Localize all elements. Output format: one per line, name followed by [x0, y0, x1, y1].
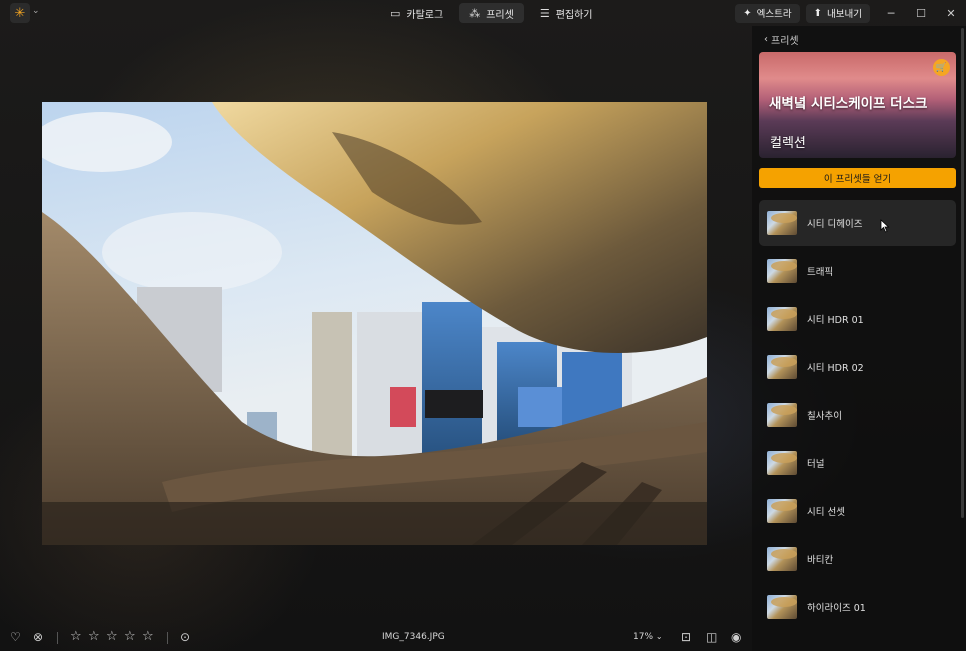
chevron-left-icon: ‹ [764, 34, 768, 45]
preset-item-vatican[interactable]: 바티칸 [759, 536, 956, 582]
zoom-dropdown[interactable]: 17% ⌄ [633, 632, 663, 642]
extra-label: 엑스트라 [756, 9, 792, 20]
preset-thumbnail [767, 595, 797, 619]
divider [57, 632, 58, 644]
cart-icon[interactable]: 🛒 [933, 59, 950, 76]
star-icon[interactable]: ☆ [88, 629, 100, 644]
preset-thumbnail [767, 355, 797, 379]
zoom-value: 17% [633, 632, 654, 642]
bottom-bar: ♡ ⊗ ☆ ☆ ☆ ☆ ☆ ⊙ IMG_7346.JPG 17% ⌄ ⊡ ◫ ◉ [0, 626, 966, 651]
sliders-icon: ☰ [539, 6, 550, 20]
file-name: IMG_7346.JPG [382, 632, 445, 642]
minimize-icon[interactable]: ─ [876, 7, 906, 20]
preset-thumbnail [767, 403, 797, 427]
star-icon[interactable]: ☆ [124, 629, 136, 644]
tab-label: 편집하기 [555, 9, 593, 21]
tab-label: 카탈로그 [406, 9, 444, 21]
preset-thumbnail [767, 259, 797, 283]
photo-illustration [42, 102, 707, 545]
compare-split-icon[interactable]: ◫ [706, 630, 717, 644]
preset-thumbnail [767, 307, 797, 331]
collection-subtitle: 컬렉션 [770, 136, 806, 151]
window-tools: ✦ 엑스트라 ⬆ 내보내기 ─ ☐ ✕ [735, 3, 966, 23]
sparkle-wand-icon: ⁂ [469, 6, 481, 20]
top-bar: ✳ ⌄ ▭ 카탈로그 ⁂ 프리셋 ☰ 편집하기 ✦ 엑스트라 ⬆ 내보내기 ─ … [0, 0, 966, 26]
mode-tabs: ▭ 카탈로그 ⁂ 프리셋 ☰ 편집하기 [380, 3, 603, 23]
star-icon[interactable]: ☆ [142, 629, 154, 644]
crop-view-icon[interactable]: ⊡ [681, 630, 691, 644]
back-to-presets-link[interactable]: ‹ 프리셋 [764, 32, 799, 47]
export-label: 내보내기 [827, 9, 862, 20]
preset-item-tsim-sha-tsui[interactable]: 칠사추이 [759, 392, 956, 438]
back-label: 프리셋 [771, 36, 799, 47]
preset-thumbnail [767, 547, 797, 571]
chevron-down-icon: ⌄ [655, 632, 663, 641]
preset-item-city-hdr-01[interactable]: 시티 HDR 01 [759, 296, 956, 342]
heart-icon[interactable]: ♡ [10, 630, 21, 644]
tab-presets[interactable]: ⁂ 프리셋 [459, 3, 524, 23]
preset-label: 시티 디헤이즈 [807, 219, 863, 230]
preset-label: 바티칸 [807, 555, 834, 566]
divider [167, 632, 168, 644]
preset-label: 터널 [807, 459, 825, 470]
preset-list: 시티 디헤이즈 트래픽 시티 HDR 01 시티 HDR 02 칠사추이 터널 … [759, 200, 956, 632]
preset-panel: ‹ 프리셋 🛒 새벽녘 시티스케이프 더스크 컬렉션 이 프리셋들 얻기 시티 … [752, 26, 966, 651]
panel-scrollbar[interactable] [961, 28, 964, 518]
get-presets-button[interactable]: 이 프리셋들 얻기 [759, 168, 956, 188]
preset-label: 시티 선셋 [807, 507, 845, 518]
sun-logo-icon[interactable]: ✳ [10, 3, 30, 23]
preset-thumbnail [767, 211, 797, 235]
preset-item-city-sunset[interactable]: 시티 선셋 [759, 488, 956, 534]
preset-label: 하이라이즈 01 [807, 603, 866, 614]
preset-label: 시티 HDR 02 [807, 363, 864, 374]
preset-label: 시티 HDR 01 [807, 315, 864, 326]
preset-item-tunnel[interactable]: 터널 [759, 440, 956, 486]
reject-circle-icon[interactable]: ⊗ [33, 630, 43, 644]
star-icon[interactable]: ☆ [106, 629, 118, 644]
preset-item-traffic[interactable]: 트래픽 [759, 248, 956, 294]
mouse-cursor-icon [880, 219, 890, 233]
chevron-down-icon[interactable]: ⌄ [32, 6, 40, 16]
tab-edit[interactable]: ☰ 편집하기 [530, 3, 603, 23]
eye-icon[interactable]: ◉ [731, 630, 741, 644]
extra-button[interactable]: ✦ 엑스트라 [735, 3, 800, 23]
preset-thumbnail [767, 499, 797, 523]
export-button[interactable]: ⬆ 내보내기 [805, 3, 870, 23]
preset-label: 칠사추이 [807, 411, 842, 422]
star-icon[interactable]: ☆ [70, 629, 82, 644]
close-icon[interactable]: ✕ [936, 7, 966, 20]
preset-thumbnail [767, 451, 797, 475]
preset-item-city-dehaze[interactable]: 시티 디헤이즈 [759, 200, 956, 246]
preset-item-highrise-01[interactable]: 하이라이즈 01 [759, 584, 956, 630]
folder-icon: ▭ [390, 6, 401, 20]
sparkle-icon: ✦ [743, 7, 752, 19]
upload-circle-icon: ⬆ [813, 7, 823, 19]
preset-item-city-hdr-02[interactable]: 시티 HDR 02 [759, 344, 956, 390]
collection-title: 새벽녘 시티스케이프 더스크 [769, 96, 928, 112]
maximize-icon[interactable]: ☐ [906, 7, 936, 20]
collection-hero-banner[interactable]: 🛒 새벽녘 시티스케이프 더스크 컬렉션 [759, 52, 956, 158]
tab-label: 프리셋 [486, 9, 514, 21]
tab-catalog[interactable]: ▭ 카탈로그 [380, 3, 453, 23]
preset-label: 트래픽 [807, 267, 834, 278]
photo-canvas[interactable] [42, 102, 707, 545]
more-options-icon[interactable]: ⊙ [180, 630, 190, 644]
